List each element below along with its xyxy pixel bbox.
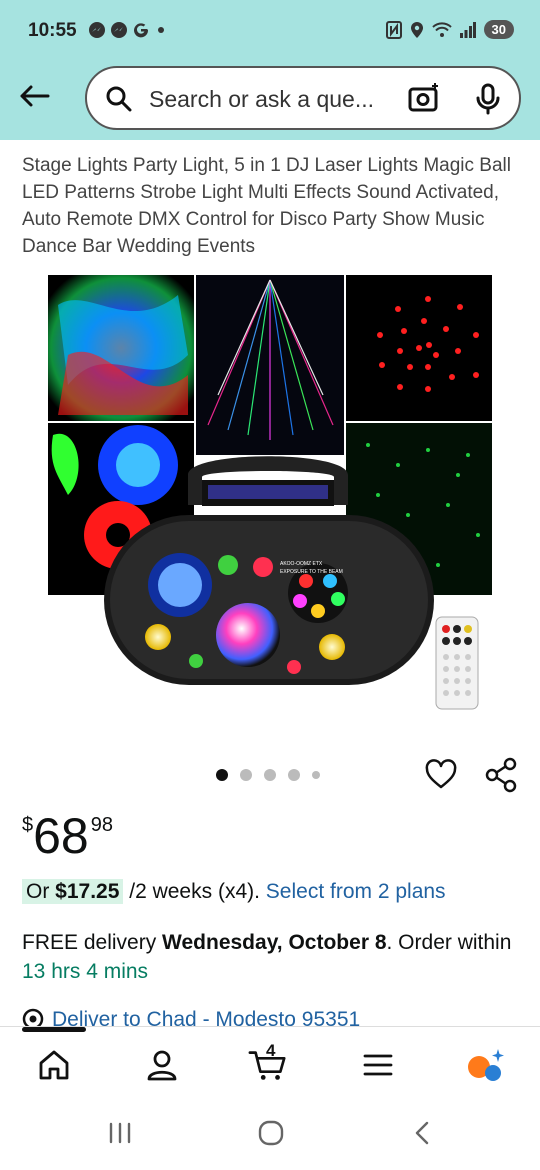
location-pin-icon [22,1008,44,1028]
carousel-dot-4[interactable] [288,769,300,781]
nfc-icon [385,20,402,39]
home-icon [39,1050,69,1080]
notification-icons [88,21,164,39]
svg-text:EXPOSURE TO THE BEAM: EXPOSURE TO THE BEAM [280,569,343,575]
active-tab-indicator [22,1027,86,1032]
installment-amount: $17.25 [55,880,120,903]
carousel-indicator[interactable] [216,769,320,781]
product-image[interactable]: AKOO-OOMZ ETX EXPOSURE TO THE BEAM [48,275,492,715]
header: 10:55 30 Search or ask a que... [0,0,540,140]
google-icon [134,23,149,38]
microphone-icon[interactable] [475,83,501,115]
rufus-ai-icon [468,1049,504,1081]
messenger-icon [89,22,105,38]
status-time: 10:55 [28,20,77,41]
installment-offer: Or $17.25 /2 weeks (x4). Select from 2 p… [22,879,446,904]
carousel-dot-2[interactable] [240,769,252,781]
installment-badge: Or $17.25 [22,879,124,904]
location-icon [410,21,423,38]
carousel-dot-5[interactable] [312,771,320,779]
tab-account[interactable] [142,1045,182,1085]
select-plans-link[interactable]: Select from 2 plans [266,880,446,903]
deliver-to-link[interactable]: Deliver to Chad - Modesto 95351 [22,1008,360,1028]
delivery-countdown: 13 hrs 4 mins [22,960,149,983]
price-fraction: 98 [90,814,113,836]
search-input[interactable]: Search or ask a que... [149,86,374,113]
back-nav-icon [415,1121,429,1145]
search-bar[interactable]: Search or ask a que... [85,66,521,130]
delivery-info: FREE delivery Wednesday, October 8. Orde… [22,928,522,986]
system-back-button[interactable] [402,1118,442,1148]
person-icon [147,1050,177,1081]
search-icon [106,86,132,112]
share-icon[interactable] [484,757,518,793]
wifi-icon [431,21,452,37]
battery-indicator: 30 [483,20,514,39]
system-icons: 30 [385,20,514,39]
price-currency: $ [22,814,34,836]
free-delivery-label: FREE delivery [22,931,163,954]
tab-menu[interactable] [358,1045,398,1085]
messenger-icon-2 [111,22,127,38]
status-bar: 10:55 30 [0,0,540,62]
installment-period: /2 weeks (x4). [123,880,266,903]
bottom-tab-bar [0,1026,540,1098]
deliver-to-text[interactable]: Deliver to Chad - Modesto 95351 [52,1008,360,1028]
tab-rufus[interactable] [466,1045,506,1085]
product-title[interactable]: Stage Lights Party Light, 5 in 1 DJ Lase… [22,152,522,260]
recent-apps-icon [109,1122,131,1144]
back-button[interactable] [14,76,54,116]
installment-prefix: Or [26,880,56,903]
delivery-date: Wednesday, October 8 [162,931,387,954]
carousel-dot-3[interactable] [264,769,276,781]
back-arrow-icon [20,85,50,107]
svg-text:AKOO-OOMZ ETX: AKOO-OOMZ ETX [280,561,323,567]
carousel-dot-1[interactable] [216,769,228,781]
system-navigation-bar [0,1098,540,1170]
home-button[interactable] [251,1118,291,1148]
menu-icon [363,1054,393,1076]
home-nav-icon [258,1120,284,1146]
order-within-label: . Order within [386,931,512,954]
more-notifications-icon [158,27,164,33]
cart-count-badge: 4 [266,1041,276,1060]
signal-icon [459,21,476,38]
heart-icon[interactable] [424,758,458,792]
recent-apps-button[interactable] [100,1118,140,1148]
price-whole: 68 [33,808,89,864]
camera-search-icon[interactable] [407,82,441,114]
tab-home[interactable] [34,1045,74,1085]
price: $ 68 98 [22,806,113,866]
